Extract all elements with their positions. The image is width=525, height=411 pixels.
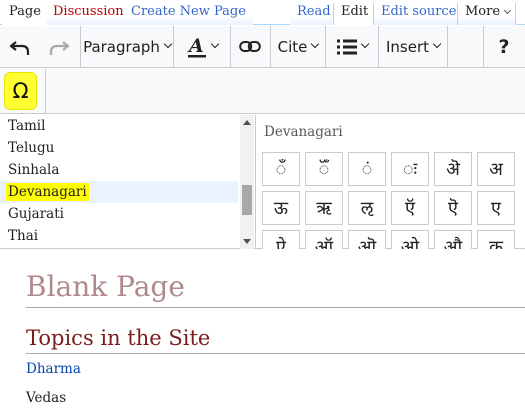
undo-icon: [10, 41, 30, 55]
language-item-tamil[interactable]: Tamil: [0, 115, 238, 137]
cite-dropdown[interactable]: Cite: [271, 26, 325, 68]
tab-page[interactable]: Page: [2, 0, 48, 25]
more-menu[interactable]: More: [458, 0, 518, 25]
character-cell[interactable]: ओ: [391, 230, 429, 249]
heading-divider: [26, 353, 525, 354]
language-item-devanagari[interactable]: Devanagari: [0, 181, 238, 203]
tab-divider: [515, 3, 516, 25]
character-cell[interactable]: औ: [434, 230, 472, 249]
page-tabs: Page Discussion Create New Page Read Edi…: [0, 0, 525, 25]
redo-icon: [49, 41, 69, 55]
language-list-scrollbar[interactable]: [240, 115, 254, 249]
tab-discussion[interactable]: Discussion: [46, 0, 131, 25]
character-set-title: Devanagari: [264, 124, 343, 140]
character-cell[interactable]: ए: [477, 191, 515, 225]
editor-toolbar: Paragraph A Cite Insert ?: [0, 26, 525, 68]
character-cell[interactable]: ऍ: [391, 191, 429, 225]
character-cell[interactable]: ॅँ: [305, 152, 343, 186]
omega-icon: Ω: [12, 79, 29, 103]
cite-label: Cite: [277, 38, 308, 56]
chevron-down-icon: [360, 39, 369, 49]
language-item-label: Devanagari: [6, 183, 89, 201]
character-cell[interactable]: ऒ: [348, 230, 386, 249]
chevron-down-icon: [504, 6, 512, 15]
scrollbar-thumb[interactable]: [242, 185, 252, 215]
language-item-gujarati[interactable]: Gujarati: [0, 203, 238, 225]
content-text: Vedas: [26, 390, 67, 406]
character-cell[interactable]: अ: [477, 152, 515, 186]
page-title: Blank Page: [26, 270, 185, 303]
chevron-down-icon: [210, 39, 219, 49]
character-cell[interactable]: ऐ: [262, 230, 300, 249]
tab-read[interactable]: Read: [290, 0, 338, 25]
list-dropdown[interactable]: [326, 26, 378, 68]
chevron-down-icon: [163, 39, 173, 49]
link-button[interactable]: [231, 26, 269, 68]
character-cell[interactable]: ऌ: [348, 191, 386, 225]
editor-toolbar-secondary: Ω: [0, 69, 525, 114]
bulleted-list-icon: [336, 39, 357, 55]
insert-dropdown[interactable]: Insert: [379, 26, 447, 68]
character-cell[interactable]: ः: [391, 152, 429, 186]
scroll-down-icon[interactable]: [243, 239, 251, 244]
character-cell[interactable]: क: [477, 230, 515, 249]
chevron-down-icon: [311, 39, 320, 49]
link-icon: [239, 41, 261, 52]
tab-create-new-page[interactable]: Create New Page: [124, 0, 253, 25]
help-button[interactable]: ?: [484, 26, 524, 68]
text-style-icon: A: [187, 36, 206, 58]
character-cell[interactable]: ऊ: [262, 191, 300, 225]
text-style-dropdown[interactable]: A: [174, 26, 230, 68]
more-label: More: [465, 4, 501, 19]
tab-edit-source[interactable]: Edit source: [374, 0, 464, 25]
toolbar-divider: [483, 26, 484, 68]
redo-button[interactable]: [40, 26, 78, 68]
character-cell[interactable]: ऑ: [305, 230, 343, 249]
paragraph-label: Paragraph: [83, 38, 160, 56]
language-item-telugu[interactable]: Telugu: [0, 137, 238, 159]
tab-edit[interactable]: Edit: [334, 0, 376, 25]
title-divider: [26, 307, 525, 308]
scroll-up-icon[interactable]: [243, 120, 251, 125]
character-grid: Devanagari ँॅँंः ऄ अ ऊ ऋ ऌ ऍ ऎ ए ऐ ऑ ऒ ओ औ क: [257, 115, 525, 249]
special-character-button[interactable]: Ω: [4, 72, 37, 110]
character-cell[interactable]: ऎ: [434, 191, 472, 225]
chevron-down-icon: [432, 39, 442, 49]
paragraph-format-dropdown[interactable]: Paragraph: [81, 26, 173, 68]
insert-label: Insert: [385, 38, 430, 56]
svg-text:A: A: [187, 36, 204, 57]
content-link-dharma[interactable]: Dharma: [26, 361, 81, 377]
special-character-panel: Tamil Telugu Sinhala Devanagari Gujarati…: [0, 115, 525, 249]
character-cell[interactable]: ऄ: [434, 152, 472, 186]
language-item-sinhala[interactable]: Sinhala: [0, 159, 238, 181]
help-icon: ?: [498, 36, 510, 58]
section-heading: Topics in the Site: [26, 326, 211, 350]
toolbar-divider: [45, 69, 46, 114]
toolbar-divider: [447, 26, 448, 68]
undo-button[interactable]: [0, 26, 40, 68]
character-cell[interactable]: ँ: [262, 152, 300, 186]
character-cell[interactable]: ं: [348, 152, 386, 186]
language-item-thai[interactable]: Thai: [0, 225, 238, 247]
language-list: Tamil Telugu Sinhala Devanagari Gujarati…: [0, 115, 256, 249]
character-cell[interactable]: ऋ: [305, 191, 343, 225]
